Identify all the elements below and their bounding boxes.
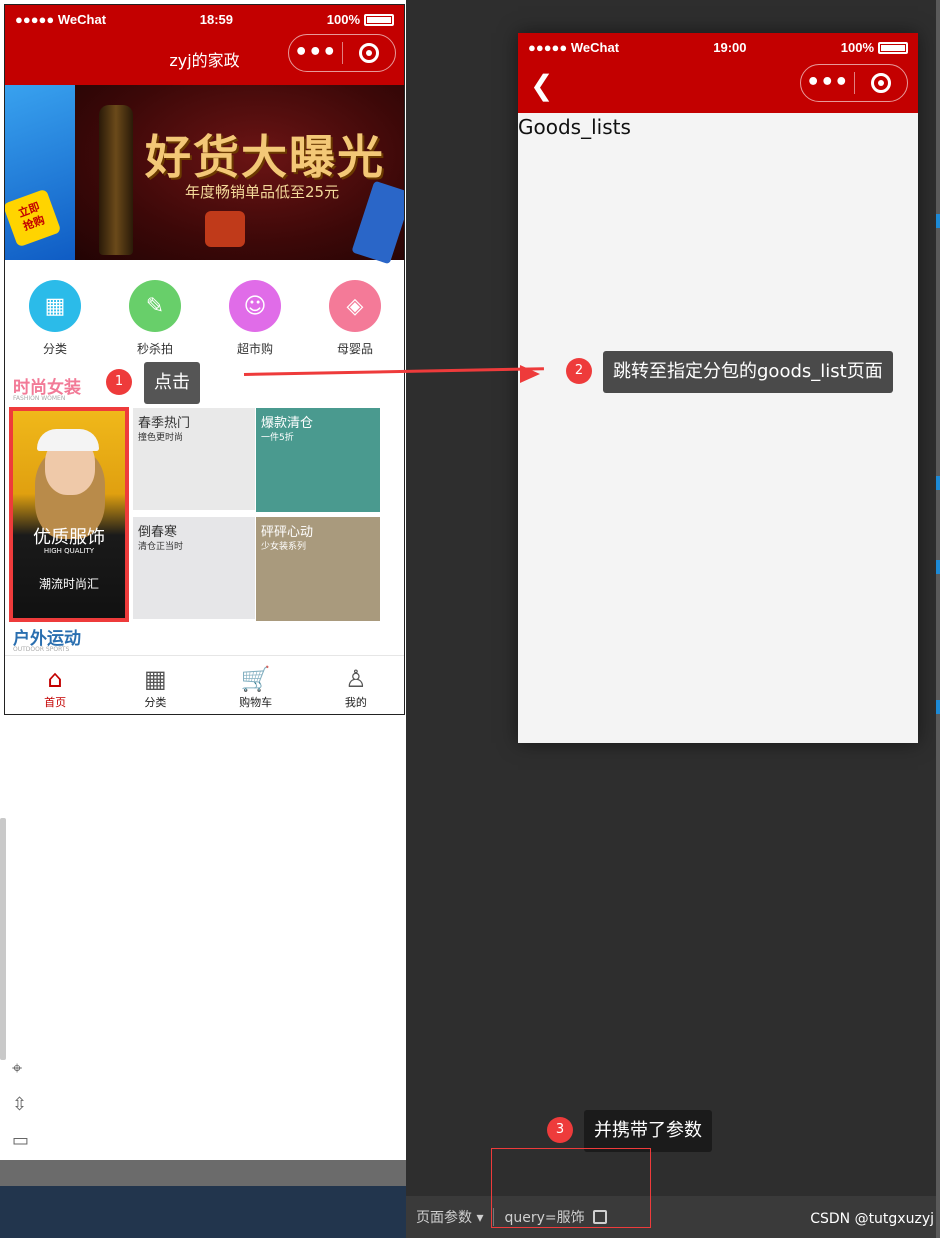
late-spring-tile[interactable]: 倒春寒 清仓正当时 bbox=[133, 517, 255, 619]
battery-icon bbox=[364, 14, 394, 27]
user-icon: ♙ bbox=[345, 665, 367, 693]
tab-bar: ⌂ 首页 ▦ 分类 🛒 购物车 ♙ 我的 bbox=[5, 655, 404, 714]
edge-marker bbox=[936, 560, 940, 574]
baby-bottle-icon: ◈ bbox=[329, 280, 381, 332]
back-arrow-icon[interactable]: ❮ bbox=[530, 69, 553, 102]
menu-capsule[interactable]: ••• bbox=[288, 34, 396, 72]
cart-icon: 🛒 bbox=[240, 665, 271, 693]
vertical-scrollbar[interactable] bbox=[0, 818, 6, 1060]
tab-cart[interactable]: 🛒 购物车 bbox=[206, 656, 306, 714]
simulator-footer bbox=[0, 1160, 406, 1186]
promo-banner[interactable]: 立即 抢购 好货大曝光 年度畅销单品低至25元 bbox=[5, 85, 404, 265]
tile-title: 爆款清仓 bbox=[261, 416, 314, 431]
callout-navigate: 跳转至指定分包的goods_list页面 bbox=[603, 351, 893, 393]
clearance-tile[interactable]: 爆款清仓 一件5折 bbox=[256, 408, 380, 512]
edge-marker bbox=[936, 476, 940, 490]
highlight-box-params bbox=[491, 1148, 651, 1228]
right-edge-panel bbox=[936, 0, 940, 1238]
nav-bar: zyj的家政 ••• bbox=[5, 33, 404, 85]
banner-subline: 年度畅销单品低至25元 bbox=[185, 183, 340, 201]
battery-indicator: 100% bbox=[841, 40, 908, 55]
banner-headline: 好货大曝光 bbox=[145, 130, 385, 184]
step-number-2: 2 bbox=[566, 358, 592, 384]
battery-indicator: 100% bbox=[327, 12, 394, 27]
status-bar: ●●●●● WeChat 18:59 100% bbox=[5, 5, 404, 33]
tab-label: 我的 bbox=[344, 696, 367, 709]
nav-bar: ❮ ••• bbox=[518, 61, 918, 113]
section-subtitle-fashion: FASHION WOMEN bbox=[13, 395, 66, 402]
category-icon: ▦ bbox=[144, 665, 167, 693]
goods-list-text: Goods_lists bbox=[518, 115, 631, 139]
model-cap bbox=[37, 429, 99, 451]
watermark: CSDN @tutgxuzyj bbox=[810, 1211, 934, 1227]
edge-marker bbox=[936, 700, 940, 714]
tile-title: 砰砰心动 bbox=[261, 525, 314, 540]
battery-icon bbox=[878, 42, 908, 55]
icon-label: 分类 bbox=[42, 342, 67, 356]
callout-params: 并携带了参数 bbox=[584, 1110, 712, 1152]
tile-caption: 潮流时尚汇 bbox=[38, 577, 99, 591]
quality-clothing-tile[interactable]: 优质服饰 HIGH QUALITY 潮流时尚汇 bbox=[9, 407, 129, 622]
fashion-grid: 优质服饰 HIGH QUALITY 潮流时尚汇 春季热门 撞色更时尚 爆款清仓 … bbox=[9, 407, 381, 622]
can-graphic bbox=[351, 180, 404, 265]
jar-graphic bbox=[205, 211, 245, 247]
simulator-toolbar: ⌖ ⇳ ▭ bbox=[12, 1058, 34, 1166]
heart-beat-tile[interactable]: 砰砰心动 少女装系列 bbox=[256, 517, 380, 621]
tile-title: 倒春寒 bbox=[138, 525, 178, 540]
tab-category[interactable]: ▦ 分类 bbox=[105, 656, 205, 714]
tab-label: 购物车 bbox=[239, 696, 273, 709]
icon-label: 母婴品 bbox=[336, 342, 373, 356]
icon-label: 秒杀拍 bbox=[136, 342, 173, 356]
tile-small-text: HIGH QUALITY bbox=[43, 547, 95, 555]
nav-item-baby[interactable]: ◈ 母婴品 bbox=[305, 280, 404, 357]
taskbar-strip bbox=[0, 1186, 406, 1238]
category-icon: ▦ bbox=[29, 280, 81, 332]
edge-marker bbox=[936, 214, 940, 228]
nav-item-category[interactable]: ▦ 分类 bbox=[5, 280, 105, 357]
tile-subtitle: 清仓正当时 bbox=[138, 542, 184, 552]
more-icon[interactable]: ••• bbox=[801, 72, 854, 94]
spring-hot-tile[interactable]: 春季热门 撞色更时尚 bbox=[133, 408, 255, 510]
phone-home-page: ●●●●● WeChat 18:59 100% zyj的家政 ••• 立即 抢购… bbox=[4, 4, 405, 715]
hammer-icon: ✎ bbox=[129, 280, 181, 332]
tile-subtitle: 撞色更时尚 bbox=[138, 433, 184, 443]
more-icon[interactable]: ••• bbox=[289, 42, 342, 64]
signal-indicator: ●●●●● WeChat bbox=[15, 11, 107, 27]
status-bar: ●●●●● WeChat 19:00 100% bbox=[518, 33, 918, 61]
tile-title: 优质服饰 bbox=[33, 527, 105, 548]
signal-indicator: ●●●●● WeChat bbox=[528, 39, 620, 55]
nav-item-flash-sale[interactable]: ✎ 秒杀拍 bbox=[105, 280, 205, 357]
status-time: 18:59 bbox=[199, 11, 234, 27]
close-miniprogram-icon[interactable] bbox=[854, 73, 907, 93]
tab-label: 首页 bbox=[44, 696, 67, 709]
icon-label: 超市购 bbox=[236, 342, 273, 356]
nav-item-supermarket[interactable]: ☺ 超市购 bbox=[205, 280, 305, 357]
section-subtitle-outdoor: OUTDOOR SPORTS bbox=[13, 646, 70, 653]
callout-click: 点击 bbox=[144, 362, 200, 404]
banner-main-image: 好货大曝光 年度畅销单品低至25元 bbox=[75, 85, 404, 265]
shopping-bag-icon: ☺ bbox=[229, 280, 281, 332]
step-number-1: 1 bbox=[106, 369, 132, 395]
tile-subtitle: 一件5折 bbox=[261, 433, 294, 443]
locate-icon[interactable]: ⌖ bbox=[12, 1058, 34, 1094]
menu-capsule[interactable]: ••• bbox=[800, 64, 908, 102]
tab-profile[interactable]: ♙ 我的 bbox=[306, 656, 404, 714]
bottle-graphic bbox=[99, 105, 133, 255]
home-icon: ⌂ bbox=[47, 665, 63, 693]
buy-now-badge: 立即 抢购 bbox=[5, 188, 62, 248]
category-icon-row: ▦ 分类 ✎ 秒杀拍 ☺ 超市购 ◈ 母婴品 bbox=[5, 280, 404, 357]
tile-title: 春季热门 bbox=[138, 416, 191, 431]
tab-home[interactable]: ⌂ 首页 bbox=[5, 656, 105, 714]
page-params-dropdown[interactable]: 页面参数 ▾ bbox=[416, 1207, 483, 1227]
tab-label: 分类 bbox=[144, 696, 167, 709]
step-number-3: 3 bbox=[547, 1117, 573, 1143]
status-time: 19:00 bbox=[713, 39, 747, 55]
close-miniprogram-icon[interactable] bbox=[342, 43, 395, 63]
resize-icon[interactable]: ⇳ bbox=[12, 1094, 34, 1130]
tile-subtitle: 少女装系列 bbox=[261, 542, 307, 552]
banner-side-image: 立即 抢购 bbox=[5, 85, 75, 260]
arrow-head bbox=[520, 365, 540, 383]
